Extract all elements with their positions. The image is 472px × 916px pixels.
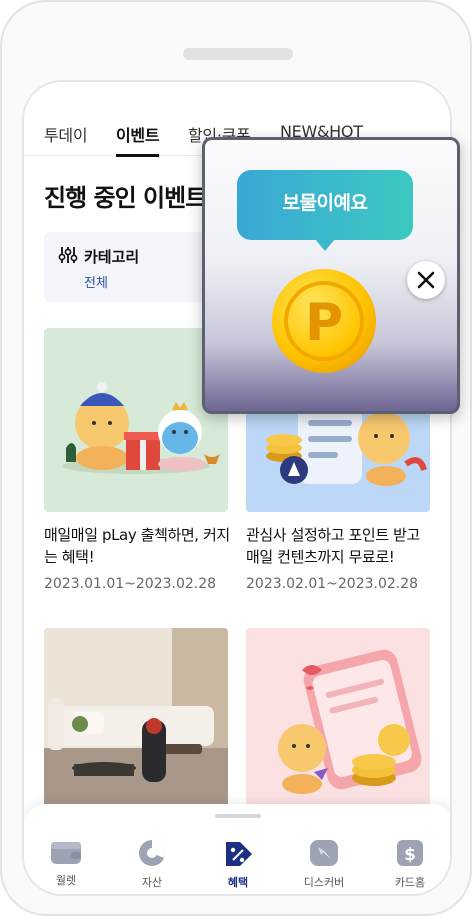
close-icon bbox=[417, 271, 435, 289]
bottom-navigation: 월렛 자산 혜택 디스커버 $ 카드홈 bbox=[24, 804, 450, 894]
nav-label: 디스커버 bbox=[303, 876, 345, 889]
nav-card-home[interactable]: $ 카드홈 bbox=[380, 838, 440, 890]
filter-sliders-icon bbox=[58, 247, 78, 263]
nav-label: 월렛 bbox=[55, 874, 77, 887]
tab-event[interactable]: 이벤트 bbox=[116, 122, 160, 157]
svg-text:$: $ bbox=[404, 845, 416, 865]
nav-label: 자산 bbox=[141, 876, 163, 889]
point-coin-icon[interactable]: P bbox=[270, 267, 378, 375]
wallet-icon bbox=[51, 842, 81, 864]
coin-letter: P bbox=[305, 293, 343, 353]
page-title: 진행 중인 이벤트 bbox=[44, 184, 207, 212]
close-button[interactable] bbox=[407, 261, 445, 299]
bubble-tail bbox=[315, 239, 335, 251]
treasure-speech-bubble: 보물이예요 bbox=[237, 170, 413, 240]
category-label: 카테고리 bbox=[84, 248, 140, 266]
event-image bbox=[44, 628, 228, 812]
event-date: 2023.01.01~2023.02.28 bbox=[44, 576, 217, 592]
event-title: 관심사 설정하고 포인트 받고 매일 컨텐츠까지 무료로! bbox=[246, 526, 420, 566]
nav-benefits[interactable]: 혜택 bbox=[208, 838, 268, 890]
category-value: 전체 bbox=[84, 276, 108, 291]
card-dollar-icon: $ bbox=[397, 840, 423, 866]
nav-wallet[interactable]: 월렛 bbox=[36, 838, 96, 888]
coupon-tag-icon bbox=[226, 842, 252, 866]
event-image bbox=[44, 328, 228, 512]
event-title: 매일매일 pLay 출첵하면, 커지는 혜택! bbox=[44, 526, 230, 566]
event-image bbox=[246, 628, 430, 812]
event-date: 2023.02.01~2023.02.28 bbox=[246, 576, 419, 592]
nav-label: 카드홈 bbox=[394, 876, 426, 889]
nav-assets[interactable]: 자산 bbox=[122, 838, 182, 890]
tab-today[interactable]: 투데이 bbox=[44, 122, 88, 146]
compass-icon bbox=[310, 840, 338, 866]
drag-handle[interactable] bbox=[215, 814, 261, 818]
nav-discover[interactable]: 디스커버 bbox=[294, 838, 354, 890]
phone-speaker bbox=[183, 48, 293, 60]
pie-chart-icon bbox=[139, 840, 165, 866]
treasure-popup[interactable]: 보물이예요 P bbox=[202, 137, 460, 414]
nav-label: 혜택 bbox=[227, 876, 249, 889]
